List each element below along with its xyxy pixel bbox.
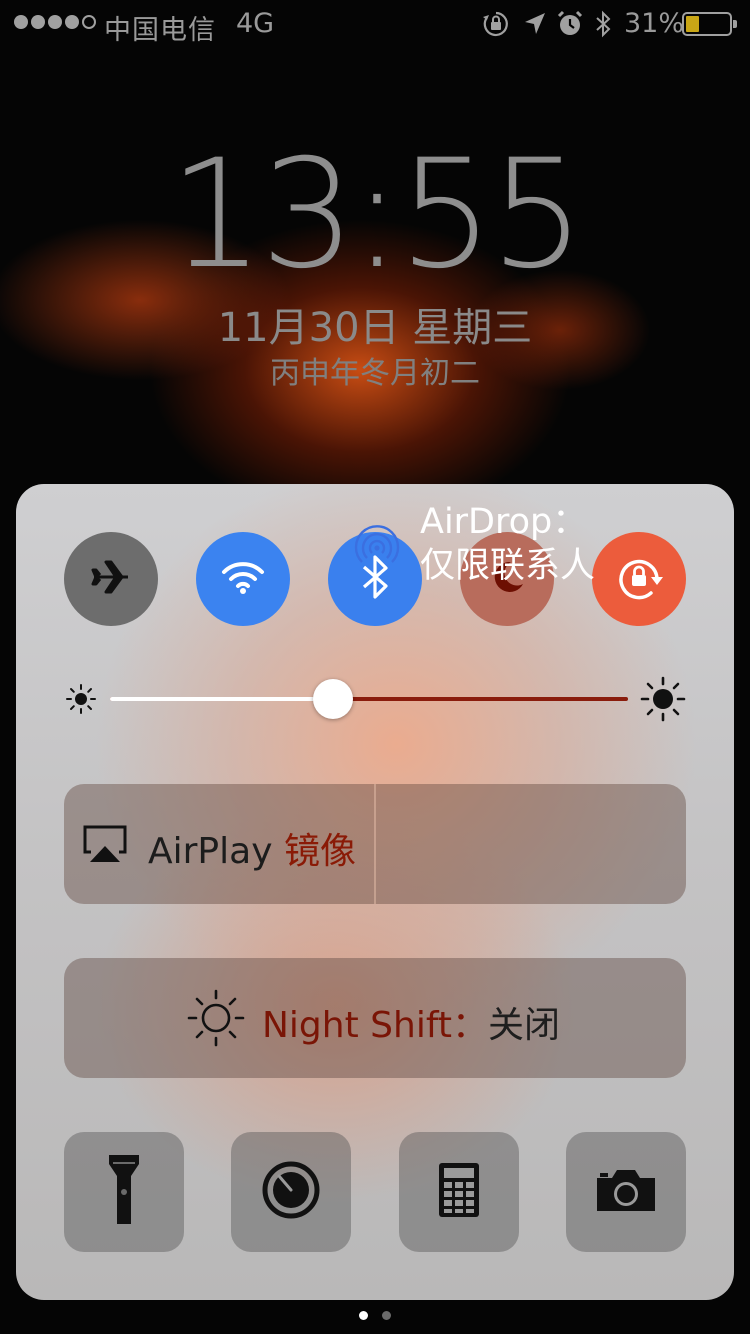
- lunar-date: 丙申年冬月初二: [270, 356, 480, 391]
- network-type: 4G: [236, 8, 275, 39]
- brightness-slider-knob[interactable]: [312, 679, 353, 719]
- timer-button[interactable]: [231, 1132, 351, 1252]
- battery-percentage: 31%: [624, 8, 685, 39]
- timer-icon: [261, 1160, 321, 1224]
- flashlight-button[interactable]: [64, 1132, 184, 1252]
- page-dot: [382, 1311, 391, 1320]
- status-bar: 中国电信 4G 31%: [0, 0, 750, 48]
- brightness-slider-fill: [110, 697, 333, 701]
- brightness-low-icon: [64, 682, 98, 720]
- night-shift-button[interactable]: Night Shift：关闭: [64, 958, 686, 1078]
- airdrop-button[interactable]: [376, 784, 686, 904]
- night-shift-label: Night Shift：关闭: [262, 1005, 561, 1046]
- signal-strength-icon: [14, 15, 96, 29]
- calculator-icon: [437, 1161, 481, 1223]
- lock-screen-date: 11月30日 星期三: [217, 305, 533, 351]
- airplane-mode-toggle[interactable]: [64, 532, 158, 626]
- control-center: AirPlay 镜像 AirDrop： 仅限联系人 Night Shift：关闭: [16, 484, 734, 1300]
- airdrop-title: AirDrop：: [420, 502, 588, 542]
- airdrop-label: AirDrop： 仅限联系人: [420, 500, 595, 588]
- airplay-label: AirPlay 镜像: [148, 831, 356, 872]
- carrier-name: 中国电信: [104, 15, 216, 46]
- camera-button[interactable]: [566, 1132, 686, 1252]
- page-indicator: [0, 1311, 750, 1320]
- airplay-mirroring-button[interactable]: AirPlay 镜像: [64, 784, 376, 904]
- share-row: AirPlay 镜像: [64, 784, 686, 904]
- brightness-high-icon: [640, 676, 686, 726]
- airplay-icon: [82, 824, 128, 868]
- page-dot: [359, 1311, 368, 1320]
- rotation-lock-icon: [615, 553, 663, 605]
- alarm-icon: [556, 10, 584, 45]
- brightness-control: [16, 664, 734, 734]
- rotation-lock-toggle[interactable]: [592, 532, 686, 626]
- orientation-lock-icon: [482, 10, 510, 45]
- wifi-toggle[interactable]: [196, 532, 290, 626]
- calculator-button[interactable]: [399, 1132, 519, 1252]
- location-arrow-icon: [522, 10, 548, 45]
- brightness-slider[interactable]: [110, 679, 628, 719]
- airplane-icon: [90, 556, 132, 602]
- airdrop-icon: [352, 522, 402, 574]
- night-shift-state: 关闭: [488, 1005, 561, 1046]
- night-shift-icon: [186, 988, 246, 1052]
- camera-icon: [594, 1166, 658, 1218]
- airdrop-status: 仅限联系人: [420, 546, 596, 586]
- battery-icon: [682, 12, 737, 36]
- lock-screen-time: 13:55: [168, 128, 585, 302]
- wifi-icon: [221, 559, 265, 599]
- bluetooth-icon: [594, 10, 612, 45]
- flashlight-icon: [106, 1152, 142, 1232]
